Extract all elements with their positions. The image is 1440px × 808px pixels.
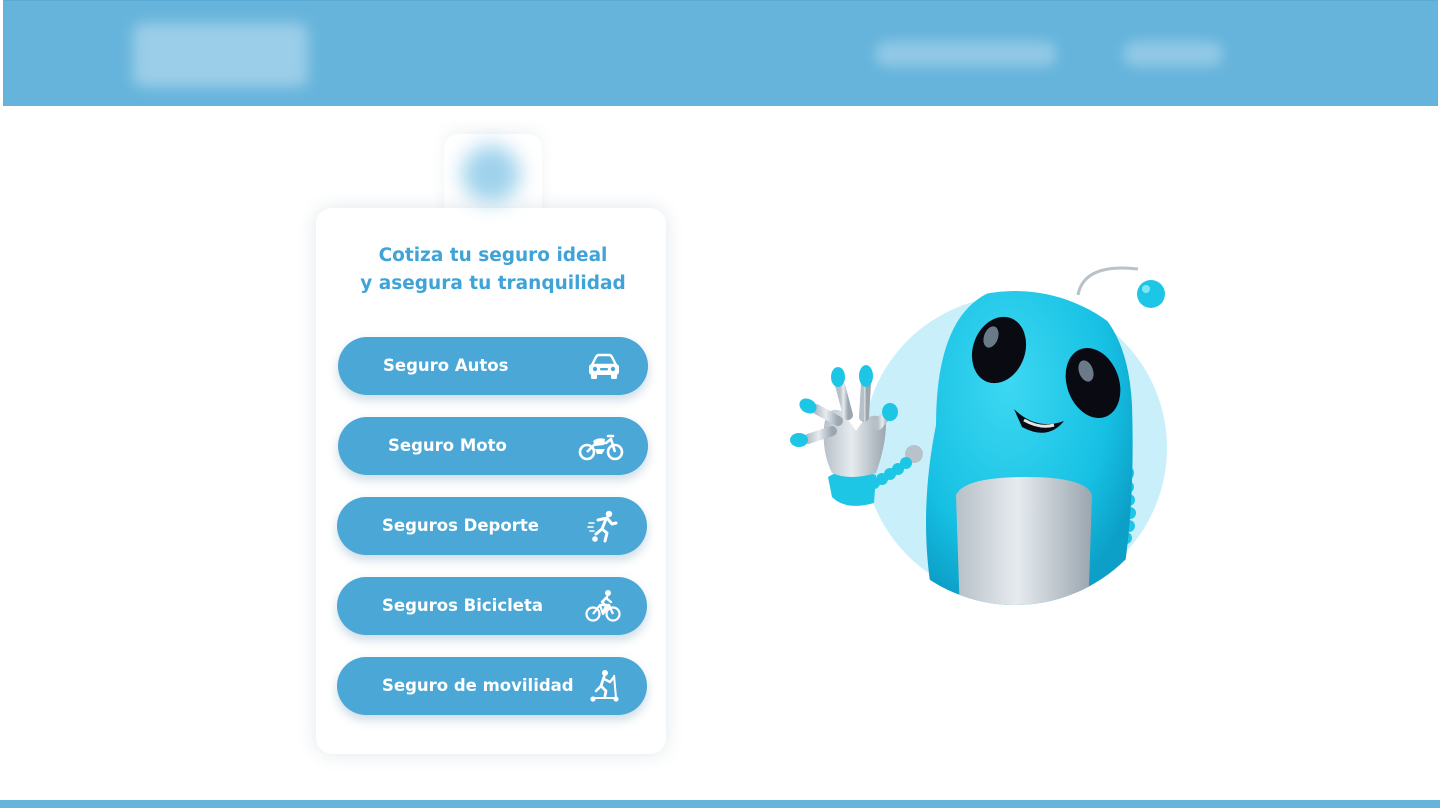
seguros-bicicleta-button[interactable]: Seguros Bicicleta bbox=[337, 577, 647, 635]
cyclist-icon bbox=[585, 589, 621, 623]
seguro-de-movilidad-button[interactable]: Seguro de movilidad bbox=[337, 657, 647, 715]
button-label: Seguro de movilidad bbox=[382, 676, 574, 695]
nav-link-1[interactable] bbox=[875, 41, 1057, 67]
robot-mascot-waving bbox=[786, 255, 1186, 615]
seguro-autos-button[interactable]: Seguro Autos bbox=[338, 337, 648, 395]
emblem-icon bbox=[462, 145, 520, 203]
motorcycle-icon bbox=[578, 429, 624, 463]
car-icon bbox=[586, 349, 622, 383]
button-label: Seguro Moto bbox=[388, 436, 507, 455]
card-title-line2: y asegura tu tranquilidad bbox=[360, 273, 626, 294]
seguros-deporte-button[interactable]: Seguros Deporte bbox=[337, 497, 647, 555]
top-navbar bbox=[3, 0, 1438, 106]
button-label: Seguros Deporte bbox=[382, 516, 539, 535]
button-label: Seguros Bicicleta bbox=[382, 596, 543, 615]
card-title: Cotiza tu seguro ideal y asegura tu tran… bbox=[316, 242, 670, 298]
scooter-icon bbox=[585, 669, 621, 703]
seguro-moto-button[interactable]: Seguro Moto bbox=[338, 417, 648, 475]
nav-link-2[interactable] bbox=[1123, 41, 1223, 67]
card-title-line1: Cotiza tu seguro ideal bbox=[378, 245, 608, 266]
logo-icon[interactable] bbox=[133, 23, 308, 87]
button-label: Seguro Autos bbox=[383, 356, 509, 375]
footer-bar bbox=[0, 800, 1440, 808]
soccer-player-icon bbox=[585, 509, 621, 543]
